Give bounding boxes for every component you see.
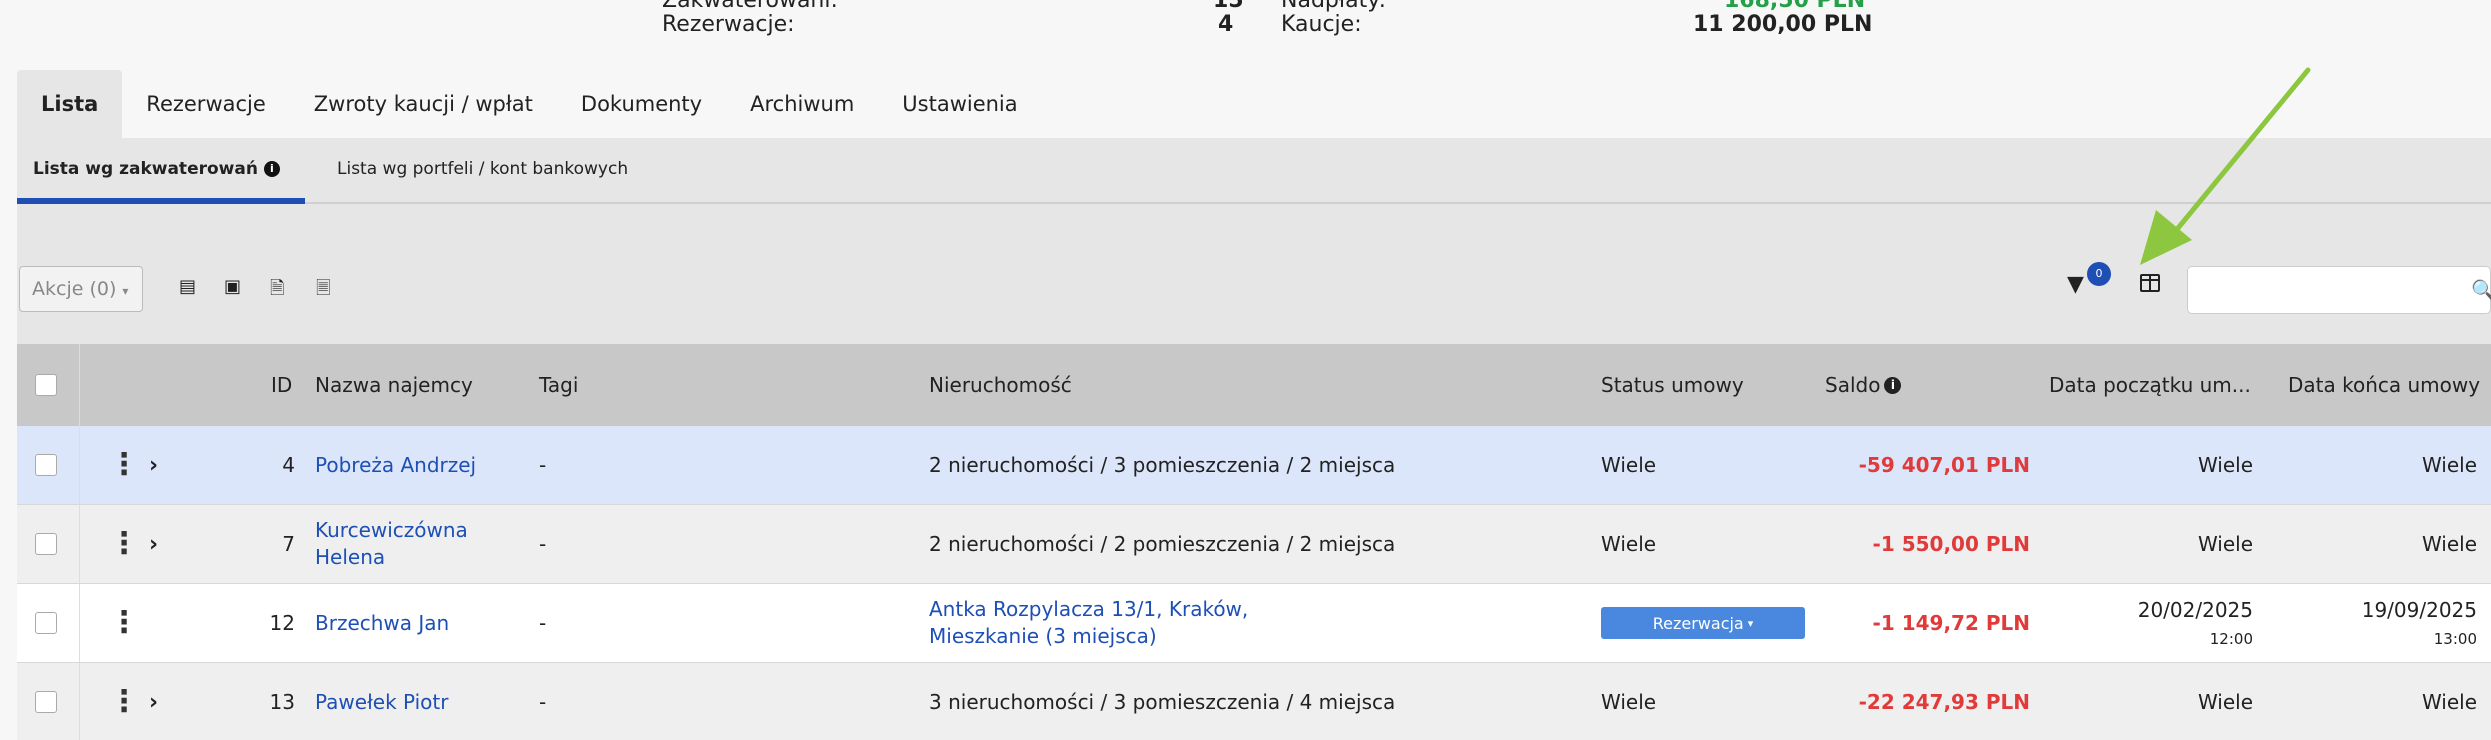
table-row[interactable]: ⋮ 12 Brzechwa Jan - Antka Rozpylacza 13/… bbox=[17, 584, 2491, 663]
info-icon[interactable]: i bbox=[263, 161, 280, 177]
status-label: Rezerwacja bbox=[1652, 613, 1744, 633]
info-icon[interactable]: i bbox=[1884, 376, 1902, 394]
row-menu-icon[interactable]: ⋮ bbox=[109, 584, 139, 662]
tab-rezerwacje[interactable]: Rezerwacje bbox=[122, 70, 290, 138]
actions-dropdown[interactable]: Akcje (0) ▾ bbox=[19, 266, 143, 312]
row-property: 2 nieruchomości / 2 pomieszczenia / 2 mi… bbox=[929, 532, 1396, 556]
col-start-date[interactable]: Data początku um... bbox=[2049, 344, 2251, 426]
col-tenant[interactable]: Nazwa najemcy bbox=[315, 344, 473, 426]
filter-icon[interactable]: ▼ bbox=[2067, 272, 2084, 297]
tenant-name-line1: Kurcewiczówna bbox=[315, 518, 468, 542]
row-checkbox[interactable] bbox=[35, 454, 57, 476]
row-balance: -1 149,72 PLN bbox=[1872, 611, 2030, 635]
tenant-link[interactable]: Pobreża Andrzej bbox=[315, 452, 476, 479]
row-end-date: 19/09/2025 bbox=[2361, 598, 2477, 622]
property-link[interactable]: Antka Rozpylacza 13/1, Kraków, Mieszkani… bbox=[929, 596, 1248, 650]
table-header: ID Nazwa najemcy Tagi Nieruchomość Statu… bbox=[17, 344, 2491, 426]
row-menu-icon[interactable]: ⋮ bbox=[109, 426, 139, 504]
caret-down-icon: ▾ bbox=[1747, 616, 1754, 630]
row-tags: - bbox=[539, 690, 547, 714]
row-menu-icon[interactable]: ⋮ bbox=[109, 505, 139, 583]
actions-label: Akcje (0) bbox=[32, 278, 117, 300]
tab-zwroty[interactable]: Zwroty kaucji / wpłat bbox=[290, 70, 557, 138]
row-balance: -1 550,00 PLN bbox=[1872, 532, 2030, 556]
row-id: 4 bbox=[282, 453, 295, 477]
tenants-table: ID Nazwa najemcy Tagi Nieruchomość Statu… bbox=[17, 344, 2491, 740]
col-id[interactable]: ID bbox=[271, 344, 292, 426]
summary-stats: Zakwaterowani: 15 Nadpłaty: 168,50 PLN R… bbox=[0, 0, 2491, 60]
col-balance[interactable]: Saldo i bbox=[1825, 344, 1902, 426]
row-start-time: 12:00 bbox=[2209, 630, 2253, 648]
row-tags: - bbox=[539, 611, 547, 635]
expand-chevron-icon[interactable]: › bbox=[149, 426, 158, 504]
property-unit: Mieszkanie (3 miejsca) bbox=[929, 624, 1157, 648]
toolbar: Akcje (0) ▾ ▤ ▣ 🗎 🗏 ▼ 0 🔍 bbox=[17, 204, 2491, 344]
row-property: 3 nieruchomości / 3 pomieszczenia / 4 mi… bbox=[929, 690, 1396, 714]
row-id: 13 bbox=[269, 690, 295, 714]
row-checkbox[interactable] bbox=[35, 691, 57, 713]
tab-archiwum[interactable]: Archiwum bbox=[726, 70, 878, 138]
row-start-date: Wiele bbox=[2197, 690, 2253, 714]
row-status: Wiele bbox=[1601, 690, 1657, 714]
expand-chevron-icon[interactable]: › bbox=[149, 663, 158, 740]
excel-export-icon[interactable]: 🗏 bbox=[316, 276, 330, 306]
filter-count-badge: 0 bbox=[2087, 262, 2111, 286]
row-status: Wiele bbox=[1601, 532, 1657, 556]
subtab-by-accommodation[interactable]: Lista wg zakwaterowań i 📄 bbox=[17, 138, 305, 240]
col-balance-label: Saldo bbox=[1825, 373, 1881, 397]
tenant-link[interactable]: Brzechwa Jan bbox=[315, 610, 449, 637]
search-icon[interactable]: 🔍 bbox=[2471, 278, 2491, 302]
money-icon[interactable]: ▣ bbox=[224, 276, 241, 297]
tab-dokumenty[interactable]: Dokumenty bbox=[557, 70, 726, 138]
tab-ustawienia[interactable]: Ustawienia bbox=[878, 70, 1041, 138]
pdf-export-icon[interactable]: 🗎 bbox=[270, 276, 284, 306]
row-id: 7 bbox=[282, 532, 295, 556]
main-tabs: Lista Rezerwacje Zwroty kaucji / wpłat D… bbox=[17, 70, 1042, 138]
expand-chevron-icon[interactable]: › bbox=[149, 505, 158, 583]
row-tags: - bbox=[539, 453, 547, 477]
row-checkbox[interactable] bbox=[35, 533, 57, 555]
subtab-bar: Lista wg zakwaterowań i 📄 Lista wg portf… bbox=[17, 138, 2491, 240]
archive-icon[interactable]: ▤ bbox=[179, 276, 196, 297]
row-tags: - bbox=[539, 532, 547, 556]
col-status[interactable]: Status umowy bbox=[1601, 344, 1744, 426]
row-balance: -59 407,01 PLN bbox=[1858, 453, 2030, 477]
property-address: Antka Rozpylacza 13/1, Kraków, bbox=[929, 597, 1249, 621]
row-status: Wiele bbox=[1601, 453, 1657, 477]
select-all-checkbox[interactable] bbox=[35, 374, 57, 396]
row-start-date: 20/02/2025 bbox=[2137, 598, 2253, 622]
tenant-link[interactable]: Pawełek Piotr bbox=[315, 689, 449, 716]
table-row[interactable]: ⋮ › 4 Pobreża Andrzej - 2 nieruchomości … bbox=[17, 426, 2491, 505]
row-end-date: Wiele bbox=[2421, 532, 2477, 556]
col-end-date[interactable]: Data końca umowy bbox=[2288, 344, 2480, 426]
tenant-link[interactable]: Kurcewiczówna Helena bbox=[315, 517, 468, 571]
tenant-name-line2: Helena bbox=[315, 545, 386, 569]
subtab-by-portfolio[interactable]: Lista wg portfeli / kont bankowych bbox=[321, 138, 644, 204]
row-id: 12 bbox=[269, 611, 295, 635]
row-end-date: Wiele bbox=[2421, 453, 2477, 477]
tab-lista[interactable]: Lista bbox=[17, 70, 123, 138]
row-menu-icon[interactable]: ⋮ bbox=[109, 663, 139, 740]
reservations-label: Rezerwacje: bbox=[662, 12, 795, 37]
row-start-date: Wiele bbox=[2197, 453, 2253, 477]
row-start-date: Wiele bbox=[2197, 532, 2253, 556]
deposits-label: Kaucje: bbox=[1281, 12, 1362, 37]
reservations-value: 4 bbox=[1218, 12, 1234, 37]
caret-down-icon: ▾ bbox=[122, 284, 129, 298]
table-row[interactable]: ⋮ › 13 Pawełek Piotr - 3 nieruchomości /… bbox=[17, 663, 2491, 740]
table-row[interactable]: ⋮ › 7 Kurcewiczówna Helena - 2 nieruchom… bbox=[17, 505, 2491, 584]
columns-icon[interactable] bbox=[2140, 274, 2160, 292]
col-property[interactable]: Nieruchomość bbox=[929, 344, 1072, 426]
search-input[interactable] bbox=[2187, 266, 2491, 314]
row-end-time: 13:00 bbox=[2433, 630, 2477, 648]
row-end-date: Wiele bbox=[2421, 690, 2477, 714]
col-tags[interactable]: Tagi bbox=[539, 344, 578, 426]
row-balance: -22 247,93 PLN bbox=[1858, 690, 2030, 714]
row-property: 2 nieruchomości / 3 pomieszczenia / 2 mi… bbox=[929, 453, 1396, 477]
subtab-by-accommodation-label: Lista wg zakwaterowań bbox=[33, 159, 258, 179]
status-dropdown[interactable]: Rezerwacja ▾ bbox=[1601, 607, 1805, 639]
row-checkbox[interactable] bbox=[35, 612, 57, 634]
deposits-value: 11 200,00 PLN bbox=[1693, 12, 1873, 37]
